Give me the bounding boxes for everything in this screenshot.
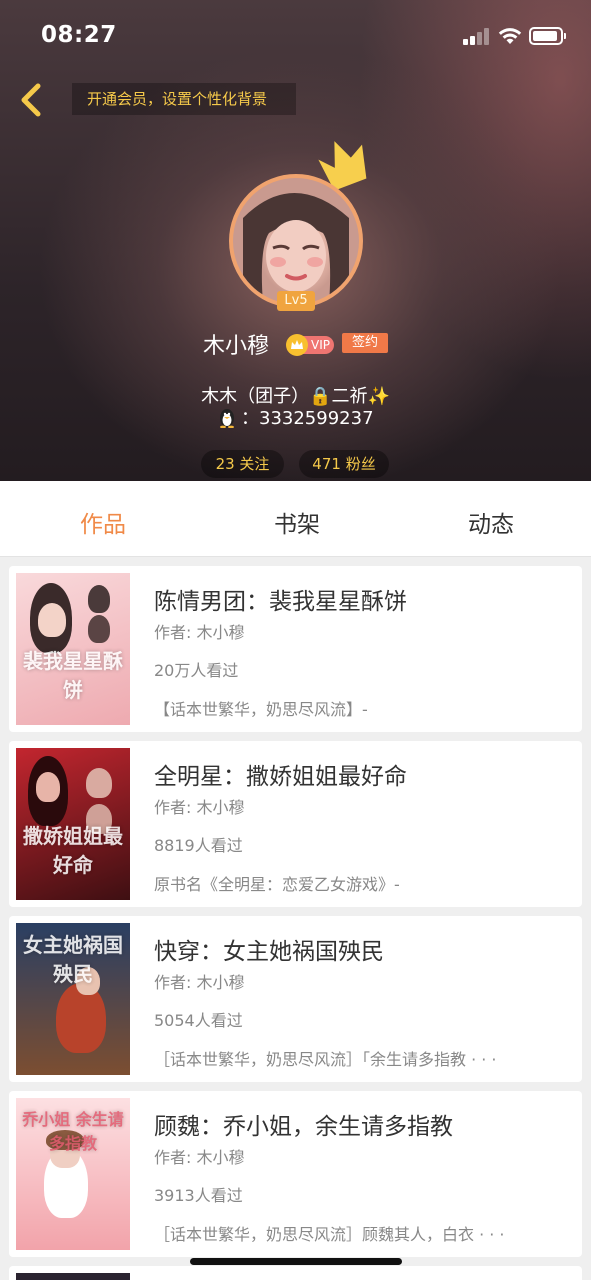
profile-tabs: 作品 书架 动态	[0, 481, 591, 557]
qq-penguin-icon	[220, 409, 234, 428]
cellular-signal-icon	[463, 28, 491, 45]
signed-author-badge: 签约	[342, 333, 388, 353]
book-title: 快穿：女主她祸国殃民	[154, 939, 384, 965]
username: 木小穆	[203, 334, 270, 359]
book-cover: 撒娇姐姐最好命	[16, 748, 130, 900]
cover-text: 女主她祸国殃民	[23, 933, 123, 986]
book-author: 作者: 木小穆	[154, 1148, 245, 1167]
list-item[interactable]	[9, 1266, 582, 1280]
book-title: 全明星：撒娇姐姐最好命	[154, 764, 407, 790]
book-description: 原书名《全明星：恋爱乙女游戏》-	[154, 875, 400, 894]
book-cover	[16, 1273, 130, 1280]
fans-count-button[interactable]: 471 粉丝	[299, 450, 389, 478]
book-author: 作者: 木小穆	[154, 973, 245, 992]
cover-text: 撒娇姐姐最好命	[23, 824, 123, 877]
list-item[interactable]: 撒娇姐姐最好命 全明星：撒娇姐姐最好命 作者: 木小穆 8819人看过 原书名《…	[9, 741, 582, 907]
status-bar: 08:27	[0, 0, 591, 72]
list-item[interactable]: 乔小姐 余生请多指教 顾魏：乔小姐，余生请多指教 作者: 木小穆 3913人看过…	[9, 1091, 582, 1257]
profile-header: 08:27 开通会员，设置个性化背景 Lv5 木小穆 VIP 签约 木木（团子）…	[0, 0, 591, 481]
home-indicator[interactable]	[190, 1258, 402, 1265]
back-chevron-icon[interactable]	[14, 80, 48, 120]
book-title: 顾魏：乔小姐，余生请多指教	[154, 1114, 453, 1140]
vip-crown-icon	[286, 334, 308, 356]
book-cover: 女主她祸国殃民	[16, 923, 130, 1075]
battery-icon	[529, 27, 566, 45]
tab-activity[interactable]: 动态	[468, 505, 514, 539]
book-author: 作者: 木小穆	[154, 623, 245, 642]
tab-bookshelf[interactable]: 书架	[274, 505, 320, 539]
vip-background-banner[interactable]: 开通会员，设置个性化背景	[72, 83, 296, 115]
book-title: 陈情男团：裴我星星酥饼	[154, 589, 407, 615]
book-cover: 裴我星星酥饼	[16, 573, 130, 725]
book-cover: 乔小姐 余生请多指教	[16, 1098, 130, 1250]
book-views: 5054人看过	[154, 1011, 243, 1030]
wifi-icon	[498, 28, 522, 44]
vip-badge[interactable]: VIP	[286, 334, 334, 356]
book-author: 作者: 木小穆	[154, 798, 245, 817]
book-description: ［话本世繁华，奶思尽风流］「余生请多指教 · · ·	[154, 1050, 497, 1069]
level-badge: Lv5	[277, 291, 315, 311]
book-views: 8819人看过	[154, 836, 243, 855]
list-item[interactable]: 裴我星星酥饼 陈情男团：裴我星星酥饼 作者: 木小穆 20万人看过 【话本世繁华…	[9, 566, 582, 732]
follow-count-button[interactable]: 23 关注	[201, 450, 284, 478]
qq-number: ：3332599237	[241, 408, 374, 429]
book-views: 20万人看过	[154, 661, 239, 680]
cover-text: 裴我星星酥饼	[23, 649, 123, 702]
book-views: 3913人看过	[154, 1186, 243, 1205]
status-time: 08:27	[41, 22, 117, 48]
book-description: 【话本世繁华，奶思尽风流】-	[154, 700, 368, 719]
cover-text: 乔小姐 余生请多指教	[22, 1110, 124, 1153]
list-item[interactable]: 女主她祸国殃民 快穿：女主她祸国殃民 作者: 木小穆 5054人看过 ［话本世繁…	[9, 916, 582, 1082]
avatar-image	[229, 174, 363, 308]
tab-works[interactable]: 作品	[80, 505, 126, 539]
book-description: ［话本世繁华，奶思尽风流］顾魏其人，白衣 · · ·	[154, 1225, 505, 1244]
avatar[interactable]	[229, 174, 363, 308]
